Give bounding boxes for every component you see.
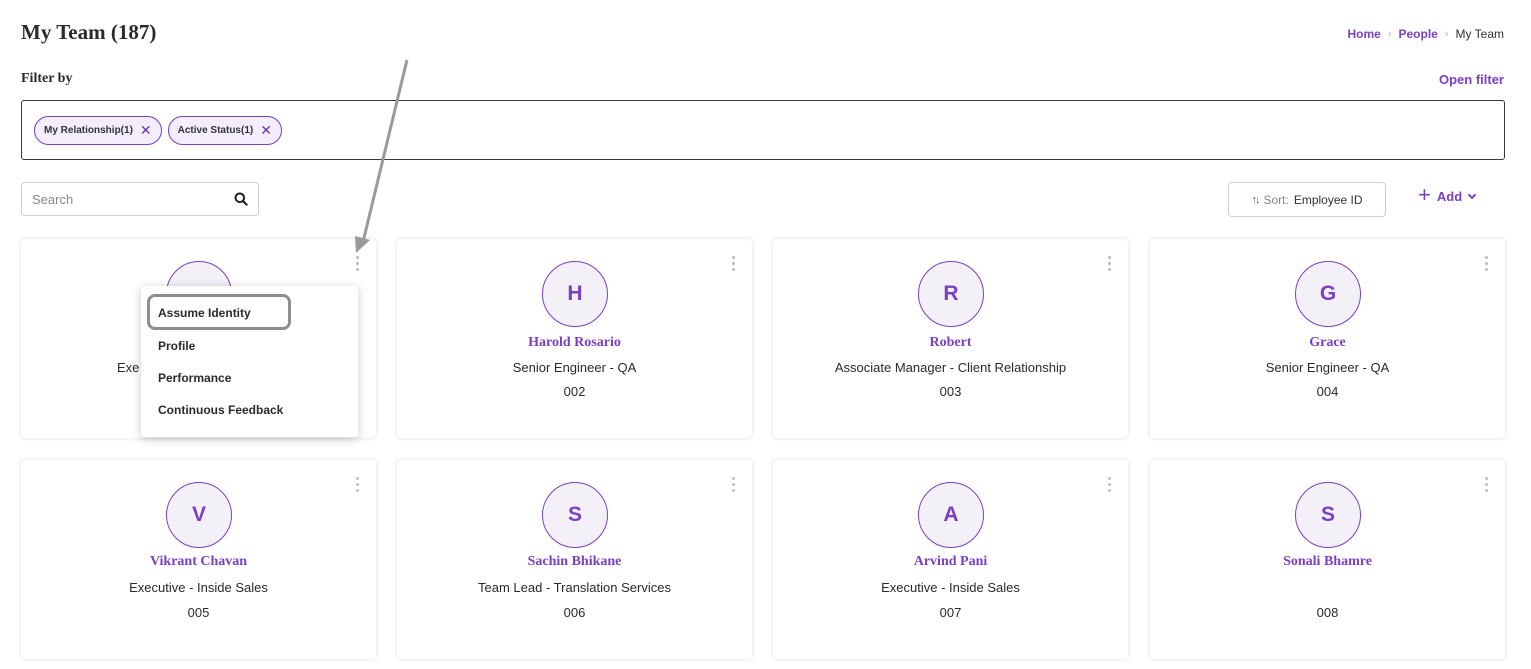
more-options-icon[interactable] xyxy=(1481,477,1491,492)
plus-icon: + xyxy=(1418,182,1431,207)
sort-icon: ↑↓ xyxy=(1251,193,1260,206)
employee-id: 006 xyxy=(563,605,586,620)
sort-prefix: Sort: xyxy=(1263,192,1289,207)
avatar: A xyxy=(918,482,984,548)
more-options-icon[interactable] xyxy=(352,477,362,492)
more-options-icon[interactable] xyxy=(352,256,362,271)
search-icon[interactable] xyxy=(224,183,258,215)
more-options-icon[interactable] xyxy=(728,477,738,492)
menu-item-assume-identity[interactable]: Assume Identity xyxy=(158,306,251,320)
employee-card[interactable]: R Robert Associate Manager - Client Rela… xyxy=(773,239,1128,438)
filter-box: My Relationship(1) ✕ Active Status(1) ✕ xyxy=(21,100,1505,160)
sort-button[interactable]: ↑↓ Sort: Employee ID xyxy=(1228,182,1386,217)
filter-chip-status: Active Status(1) ✕ xyxy=(167,115,282,145)
employee-id: 008 xyxy=(1316,605,1339,620)
employee-role: Associate Manager - Client Relationship xyxy=(834,360,1067,375)
close-icon[interactable]: ✕ xyxy=(140,123,152,137)
employee-card[interactable]: H Harold Rosario Senior Engineer - QA 00… xyxy=(397,239,752,438)
chevron-right-icon: › xyxy=(1387,28,1392,40)
employee-name[interactable]: Arvind Pani xyxy=(773,554,1128,570)
more-options-icon[interactable] xyxy=(1104,256,1114,271)
more-options-icon[interactable] xyxy=(1481,256,1491,271)
add-label: Add xyxy=(1436,189,1463,204)
sort-value: Employee ID xyxy=(1293,192,1363,207)
employee-name[interactable]: Vikrant Chavan xyxy=(21,554,376,570)
employee-name[interactable]: Harold Rosario xyxy=(397,335,752,351)
employee-name[interactable]: Sonali Bhamre xyxy=(1150,554,1505,570)
chevron-down-icon xyxy=(1467,190,1477,200)
breadcrumb-home[interactable]: Home xyxy=(1347,27,1380,41)
employee-id: 003 xyxy=(939,384,962,399)
chevron-right-icon: › xyxy=(1444,28,1449,40)
menu-item-performance[interactable]: Performance xyxy=(158,371,231,385)
employee-name[interactable]: Robert xyxy=(773,335,1128,351)
employee-card[interactable]: G Grace Senior Engineer - QA 004 xyxy=(1150,239,1505,438)
employee-id: 007 xyxy=(939,605,962,620)
employee-role: Executive - Inside Sales xyxy=(129,580,268,595)
employee-id: 002 xyxy=(563,384,586,399)
employee-role: Senior Engineer - QA xyxy=(512,360,637,375)
more-options-icon[interactable] xyxy=(1104,477,1114,492)
avatar: R xyxy=(918,261,984,327)
breadcrumb: Home › People › My Team xyxy=(1347,27,1504,41)
employee-id: 005 xyxy=(187,605,210,620)
avatar: H xyxy=(542,261,608,327)
search-input[interactable] xyxy=(22,183,224,215)
more-options-icon[interactable] xyxy=(728,256,738,271)
avatar: V xyxy=(166,482,232,548)
employee-name[interactable]: Sachin Bhikane xyxy=(397,554,752,570)
employee-role: Executive - Inside Sales xyxy=(881,580,1020,595)
avatar: S xyxy=(1295,482,1361,548)
chip-label: My Relationship(1) xyxy=(44,124,133,136)
breadcrumb-people[interactable]: People xyxy=(1399,27,1438,41)
employee-role: Team Lead - Translation Services xyxy=(478,580,671,595)
open-filter-link[interactable]: Open filter xyxy=(1439,72,1504,87)
employee-card[interactable]: A Arvind Pani Executive - Inside Sales 0… xyxy=(773,460,1128,659)
page-title: My Team (187) xyxy=(21,20,157,44)
avatar: G xyxy=(1295,261,1361,327)
menu-item-continuous-feedback[interactable]: Continuous Feedback xyxy=(158,403,283,417)
context-menu: Assume Identity Profile Performance Cont… xyxy=(141,286,358,437)
add-button[interactable]: + Add xyxy=(1418,182,1477,207)
filter-label: Filter by xyxy=(21,71,73,86)
chip-label: Active Status(1) xyxy=(177,124,254,136)
employee-name[interactable]: Grace xyxy=(1150,335,1505,351)
close-icon[interactable]: ✕ xyxy=(260,123,272,137)
employee-id: 004 xyxy=(1316,384,1339,399)
avatar: S xyxy=(542,482,608,548)
employee-role: Senior Engineer - QA xyxy=(1265,360,1390,375)
menu-item-profile[interactable]: Profile xyxy=(158,339,195,353)
search-box xyxy=(21,182,259,216)
employee-card[interactable]: V Vikrant Chavan Executive - Inside Sale… xyxy=(21,460,376,659)
breadcrumb-current: My Team xyxy=(1455,27,1504,41)
employee-role: Exe xyxy=(117,360,140,375)
employee-card[interactable]: S Sachin Bhikane Team Lead - Translation… xyxy=(397,460,752,659)
filter-chip-relationship: My Relationship(1) ✕ xyxy=(34,115,162,145)
employee-card[interactable]: S Sonali Bhamre 008 xyxy=(1150,460,1505,659)
